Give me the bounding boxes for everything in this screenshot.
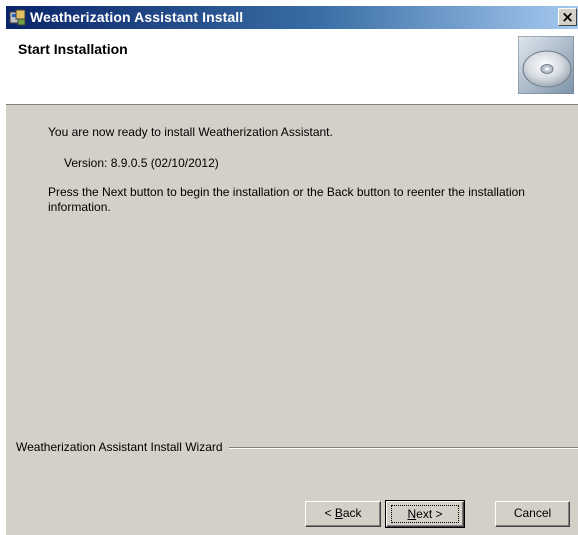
header-panel: Start Installation [6, 29, 578, 105]
installer-icon [9, 9, 26, 26]
back-button[interactable]: < Back [305, 501, 381, 527]
next-label-rest: ext > [416, 507, 443, 521]
next-mnemonic: N [407, 507, 417, 521]
cancel-button[interactable]: Cancel [495, 501, 570, 527]
back-mnemonic: B [334, 506, 343, 520]
version-label: Version: 8.9.0.5 (02/10/2012) [64, 156, 219, 170]
back-label-rest: ack [342, 506, 362, 520]
instruction-message: Press the Next button to begin the insta… [48, 185, 525, 214]
close-button[interactable]: × [558, 8, 577, 26]
window-title: Weatherization Assistant Install [30, 9, 244, 25]
installer-window: Weatherization Assistant Install × Start… [6, 6, 578, 535]
close-icon: × [561, 8, 574, 26]
next-button[interactable]: Next > [385, 500, 465, 528]
cd-icon [518, 36, 574, 94]
page-title: Start Installation [18, 41, 128, 57]
next-focus-rect: Next > [391, 505, 459, 523]
back-prefix: < [324, 506, 335, 520]
ready-message: You are now ready to install Weatherizat… [48, 125, 333, 139]
title-bar[interactable]: Weatherization Assistant Install × [6, 6, 578, 29]
wizard-label: Weatherization Assistant Install Wizard [16, 440, 229, 454]
